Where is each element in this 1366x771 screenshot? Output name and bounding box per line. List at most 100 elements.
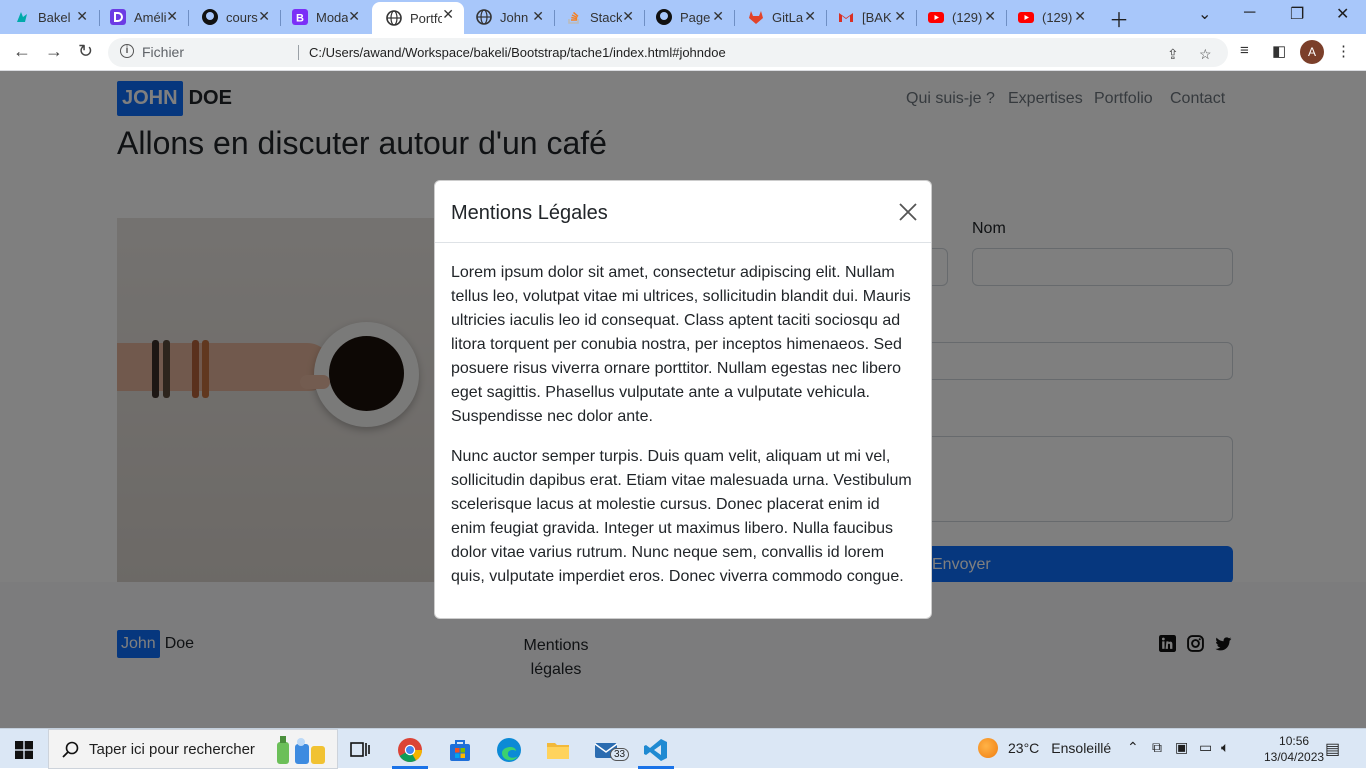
tab-label: (129) <box>1042 9 1073 25</box>
battery-icon[interactable]: ▭ <box>1199 739 1212 756</box>
weather-widget[interactable]: 23°C Ensoleillé <box>978 738 1111 758</box>
youtube-favicon-icon <box>928 9 944 25</box>
tab-modal[interactable]: B Modal ✕ <box>278 4 370 30</box>
tab-stack[interactable]: Stack ✕ <box>552 4 644 30</box>
meet-now-icon[interactable]: ⧉ <box>1152 739 1162 756</box>
tab-label: John <box>500 9 529 25</box>
share-icon[interactable]: ⇪ <box>1167 46 1179 63</box>
modal-paragraph: Lorem ipsum dolor sit amet, consectetur … <box>451 264 911 425</box>
side-panel-icon[interactable]: ◧ <box>1272 42 1286 60</box>
gitlab-favicon-icon <box>748 9 764 25</box>
windows-taskbar: Taper ici pour rechercher 33 23°C Ensole… <box>0 728 1366 769</box>
windows-start-icon[interactable] <box>15 741 33 759</box>
github-favicon-icon <box>656 9 672 25</box>
browser-tab-strip: Bakeli ✕ Amélie ✕ cours ✕ B Modal ✕ Port… <box>0 0 1366 34</box>
tab-label: Amélie <box>134 9 166 25</box>
chrome-icon[interactable] <box>397 737 423 763</box>
bootstrap-favicon-icon: B <box>292 9 308 25</box>
volume-icon[interactable]: 🔈︎ <box>1221 739 1229 756</box>
tab-john[interactable]: John ✕ <box>462 4 554 30</box>
clock-date: 13/04/2023 <box>1264 750 1325 764</box>
close-icon[interactable]: ✕ <box>76 8 88 25</box>
tab-label: Portfolio <box>410 10 442 26</box>
close-icon[interactable]: ✕ <box>622 8 634 25</box>
window-close-icon[interactable]: ✕ <box>1336 4 1349 24</box>
gmail-favicon-icon <box>838 9 854 25</box>
youtube-favicon-icon <box>1018 9 1034 25</box>
close-icon[interactable]: ✕ <box>712 8 724 25</box>
tab-label: Page <box>680 9 711 25</box>
cleaning-products-icon <box>271 734 331 766</box>
tab-gitlab[interactable]: GitLab ✕ <box>734 4 826 30</box>
modal-paragraph: Nunc auctor semper turpis. Duis quam vel… <box>451 448 912 585</box>
tab-label: Bakeli <box>38 9 70 25</box>
modal-title: Mentions Légales <box>451 202 608 224</box>
page-viewport: JOHN DOE Qui suis-je ? Expertises Portfo… <box>0 71 1366 728</box>
tab-label: [BAK <box>862 9 892 25</box>
close-icon[interactable]: ✕ <box>1074 8 1086 25</box>
stackoverflow-favicon-icon <box>566 9 582 25</box>
bookmark-star-icon[interactable]: ☆ <box>1199 46 1212 63</box>
globe-favicon-icon <box>386 10 402 26</box>
tab-portfolio[interactable]: Portfolio ✕ <box>372 2 464 34</box>
close-icon[interactable]: ✕ <box>532 8 544 25</box>
weather-condition: Ensoleillé <box>1051 740 1112 756</box>
legal-notice-modal: Mentions Légales Lorem ipsum dolor sit a… <box>434 180 932 619</box>
tab-youtube-1[interactable]: (129) ✕ <box>914 4 1006 30</box>
close-icon[interactable]: ✕ <box>348 8 360 25</box>
modal-header: Mentions Légales <box>435 181 931 243</box>
search-placeholder: Taper ici pour rechercher <box>89 741 255 758</box>
forward-arrow-icon[interactable]: → <box>45 41 63 62</box>
tab-search-chevron-icon[interactable]: ⌄ <box>1198 4 1211 24</box>
clock-time: 10:56 <box>1279 734 1310 748</box>
microsoft-store-icon[interactable] <box>447 737 473 763</box>
notification-icon[interactable]: ▤ <box>1325 739 1340 759</box>
close-icon[interactable]: ✕ <box>804 8 816 25</box>
omnibox-divider <box>298 45 299 60</box>
minimize-icon[interactable]: ─ <box>1244 4 1255 22</box>
scheme-label: Fichier <box>142 44 185 60</box>
close-icon[interactable]: ✕ <box>166 8 178 25</box>
weather-temp: 23°C <box>1008 740 1040 756</box>
tab-amelie[interactable]: Amélie ✕ <box>96 4 188 30</box>
sun-icon <box>978 738 998 758</box>
task-view-icon[interactable] <box>347 737 373 763</box>
tab-bakeli[interactable]: Bakeli ✕ <box>0 4 98 30</box>
dataviz-favicon-icon <box>110 9 126 25</box>
close-icon[interactable]: ✕ <box>984 8 996 25</box>
search-icon <box>61 740 81 760</box>
close-icon[interactable]: ✕ <box>258 8 270 25</box>
profile-avatar[interactable]: A <box>1300 40 1324 64</box>
file-explorer-icon[interactable] <box>545 737 571 763</box>
chevron-up-icon[interactable]: ⌃ <box>1127 739 1139 756</box>
globe-favicon-icon <box>476 9 492 25</box>
bakeli-favicon-icon <box>14 9 30 25</box>
site-info-icon[interactable]: i <box>120 44 134 58</box>
tab-label: GitLab <box>772 9 804 25</box>
browser-toolbar: ← → ↻ i Fichier C:/Users/awand/Workspace… <box>0 34 1366 71</box>
tab-label: Modal <box>316 9 348 25</box>
vscode-icon[interactable] <box>643 737 669 763</box>
taskbar-search[interactable]: Taper ici pour rechercher <box>48 729 338 769</box>
svg-text:B: B <box>296 13 304 25</box>
new-tab-icon[interactable]: ＋ <box>1109 4 1129 33</box>
webcam-icon[interactable]: ▣ <box>1175 739 1188 756</box>
tab-gmail[interactable]: [BAK ✕ <box>824 4 916 30</box>
modal-body: Lorem ipsum dolor sit amet, consectetur … <box>451 261 917 605</box>
reload-icon[interactable]: ↻ <box>78 41 93 62</box>
tab-youtube-2[interactable]: (129) ✕ <box>1004 4 1096 30</box>
close-icon[interactable]: ✕ <box>442 6 454 23</box>
restore-icon[interactable]: ❐ <box>1290 4 1304 24</box>
taskbar-clock[interactable]: 10:56 13/04/2023 <box>1264 733 1324 765</box>
mail-badge: 33 <box>610 748 630 761</box>
media-queue-icon[interactable]: ≡ <box>1240 42 1249 59</box>
address-bar[interactable]: i Fichier C:/Users/awand/Workspace/bakel… <box>108 38 1228 67</box>
more-menu-icon[interactable]: ⋮ <box>1336 42 1351 60</box>
back-arrow-icon[interactable]: ← <box>13 41 31 62</box>
edge-icon[interactable] <box>496 737 522 763</box>
close-icon[interactable]: ✕ <box>894 8 906 25</box>
tab-page[interactable]: Page ✕ <box>642 4 734 30</box>
tab-cours[interactable]: cours ✕ <box>188 4 280 30</box>
close-icon[interactable] <box>897 201 919 223</box>
url-text[interactable]: C:/Users/awand/Workspace/bakeli/Bootstra… <box>309 45 726 60</box>
